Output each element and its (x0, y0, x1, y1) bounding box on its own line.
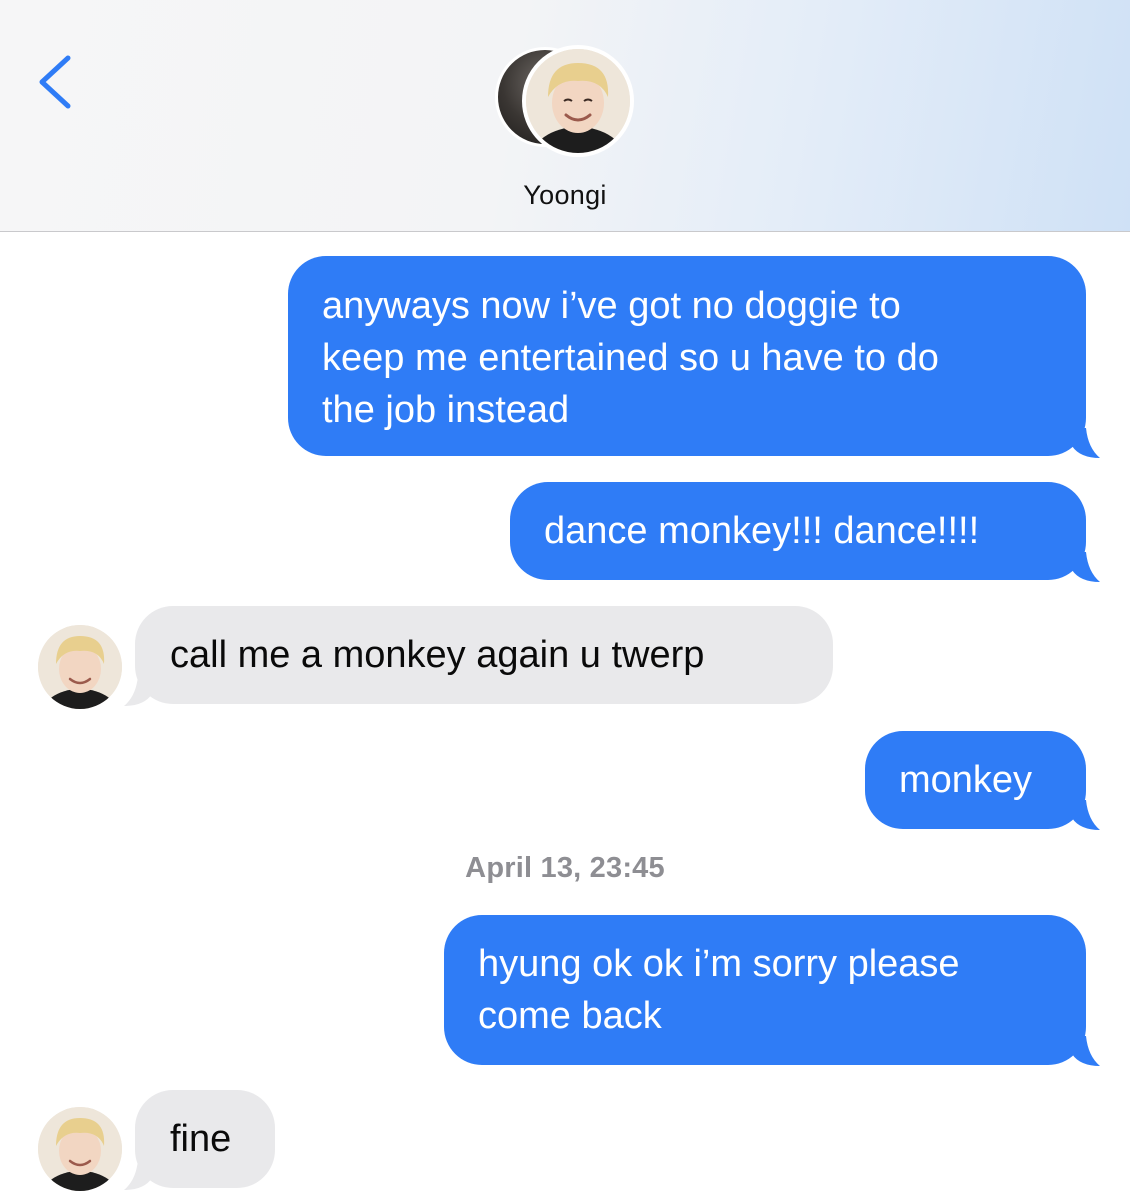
sender-avatar[interactable] (38, 625, 122, 709)
bubble-tail (1072, 1036, 1100, 1066)
contact-avatar-group[interactable] (495, 45, 635, 163)
bubble-tail (1072, 552, 1100, 582)
bubble-tail (124, 676, 152, 706)
outgoing-message[interactable]: monkey (865, 731, 1086, 829)
conversation-header: Yoongi (0, 0, 1130, 232)
incoming-message[interactable]: call me a monkey again u twerp (135, 606, 833, 704)
contact-avatar (522, 45, 634, 157)
sender-avatar[interactable] (38, 1107, 122, 1191)
back-button[interactable] (30, 48, 80, 118)
outgoing-message[interactable]: dance monkey!!! dance!!!! (510, 482, 1086, 580)
bubble-tail (124, 1160, 152, 1190)
bubble-tail (1072, 428, 1100, 458)
outgoing-message[interactable]: anyways now i’ve got no doggie to keep m… (288, 256, 1086, 456)
contact-name[interactable]: Yoongi (0, 180, 1130, 211)
incoming-message[interactable]: fine (135, 1090, 275, 1188)
bubble-tail (1072, 800, 1100, 830)
chevron-left-icon (39, 55, 71, 109)
message-timestamp: April 13, 23:45 (465, 852, 665, 884)
outgoing-message[interactable]: hyung ok ok i’m sorry please come back (444, 915, 1086, 1065)
